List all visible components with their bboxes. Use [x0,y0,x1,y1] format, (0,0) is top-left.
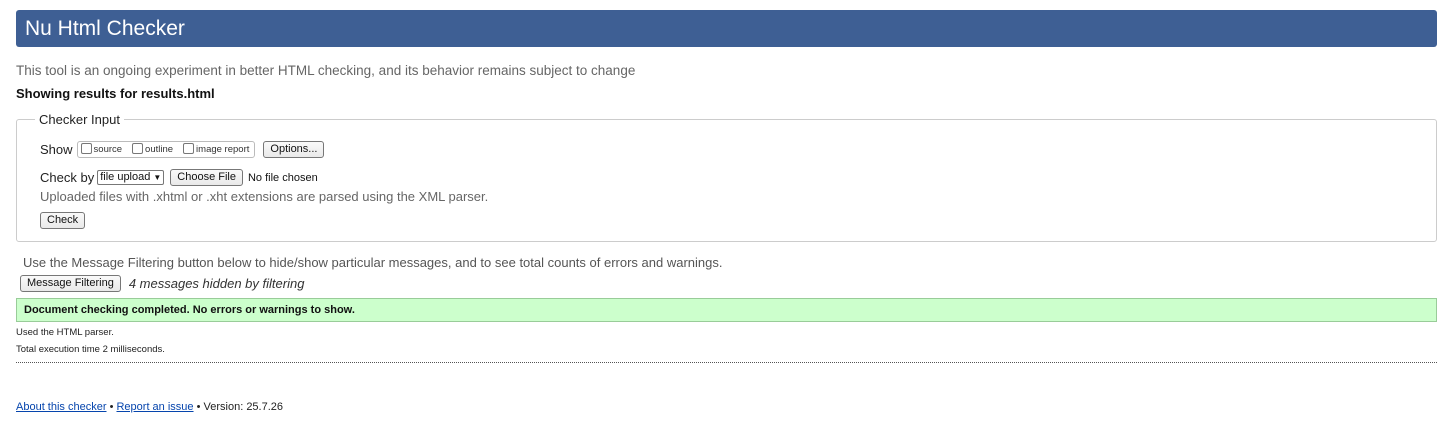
report-issue-link[interactable]: Report an issue [116,401,193,413]
image-report-checkbox[interactable] [183,142,195,154]
checker-input-legend: Checker Input [35,112,124,127]
app-title: Nu Html Checker [25,17,185,40]
footer: About this checker • Report an issue • V… [16,401,283,413]
show-label: Show [40,142,73,157]
check-row: Check [40,212,86,229]
app-title-bar: Nu Html Checker [16,10,1437,47]
check-by-row: Check by file upload ▼ Choose File No fi… [40,169,318,186]
footer-separator: • [109,401,114,413]
no-file-chosen-text: No file chosen [247,171,318,184]
hidden-messages-count: 4 messages hidden by filtering [128,276,305,291]
check-by-value: file upload [100,171,151,183]
outline-checkbox-label[interactable]: outline [145,144,173,155]
chevron-down-icon: ▼ [153,173,162,182]
parser-info: Used the HTML parser. [16,327,114,338]
outline-checkbox[interactable] [132,142,144,154]
divider [16,362,1437,363]
check-by-select[interactable]: file upload ▼ [97,170,165,185]
message-filtering-button[interactable]: Message Filtering [20,275,121,292]
success-message: Document checking completed. No errors o… [16,298,1437,322]
check-by-label: Check by [40,170,95,185]
intro-text: This tool is an ongoing experiment in be… [16,63,636,78]
filter-row: Message Filtering 4 messages hidden by f… [20,275,304,292]
execution-time: Total execution time 2 milliseconds. [16,344,165,355]
footer-separator: • [196,401,201,413]
check-button[interactable]: Check [40,212,86,229]
source-checkbox[interactable] [80,142,92,154]
options-button[interactable]: Options... [263,141,325,158]
showing-results-heading: Showing results for results.html [16,86,215,101]
image-report-checkbox-label[interactable]: image report [196,144,249,155]
show-row: Show source outline image report Options… [40,141,325,158]
upload-hint: Uploaded files with .xhtml or .xht exten… [40,189,489,204]
checker-input-fieldset: Checker Input Show source outline image … [16,112,1437,242]
show-options-group: source outline image report [76,141,256,158]
source-checkbox-label[interactable]: source [94,144,123,155]
version-text: Version: 25.7.26 [203,401,284,413]
about-link[interactable]: About this checker [16,401,107,413]
choose-file-button[interactable]: Choose File [170,169,243,186]
filter-instructions: Use the Message Filtering button below t… [23,255,723,270]
